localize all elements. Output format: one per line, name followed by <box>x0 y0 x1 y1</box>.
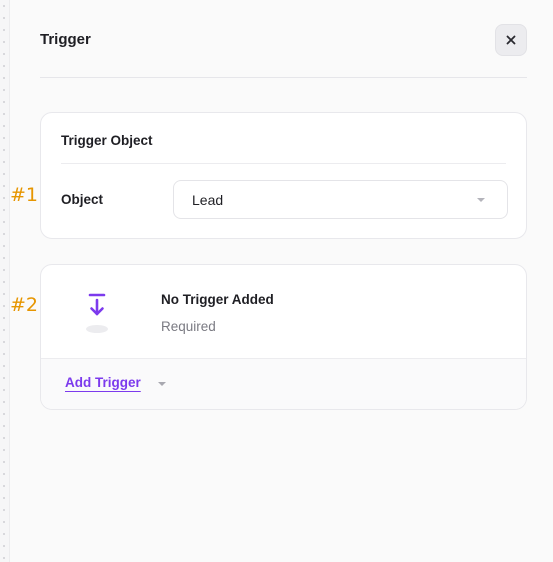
required-label: Required <box>161 319 216 334</box>
object-field-label: Object <box>61 192 104 207</box>
canvas: Trigger Trigger Object Object Lead No Tr… <box>0 0 553 562</box>
trigger-empty-illustration <box>81 291 113 337</box>
annotation-marker-2: #2 <box>10 294 39 316</box>
arrow-down-to-line-icon <box>88 293 106 316</box>
trigger-card: No Trigger Added Required Add Trigger <box>40 264 527 410</box>
no-trigger-title: No Trigger Added <box>161 292 274 307</box>
chevron-down-icon <box>477 198 485 202</box>
icon-shadow <box>86 325 108 333</box>
object-select[interactable]: Lead <box>173 180 508 219</box>
annotation-marker-1: #1 <box>10 184 39 206</box>
dotted-grid-edge <box>0 0 8 562</box>
close-icon <box>506 35 516 45</box>
panel-title: Trigger <box>40 31 91 48</box>
panel-header: Trigger <box>40 22 527 78</box>
trigger-card-footer: Add Trigger <box>41 358 526 409</box>
divider <box>61 163 506 164</box>
close-button[interactable] <box>495 24 527 56</box>
chevron-down-icon[interactable] <box>158 382 166 386</box>
add-trigger-link[interactable]: Add Trigger <box>65 375 141 390</box>
object-select-value: Lead <box>192 192 224 208</box>
trigger-object-card: Trigger Object Object Lead <box>40 112 527 239</box>
trigger-object-title: Trigger Object <box>61 133 153 148</box>
